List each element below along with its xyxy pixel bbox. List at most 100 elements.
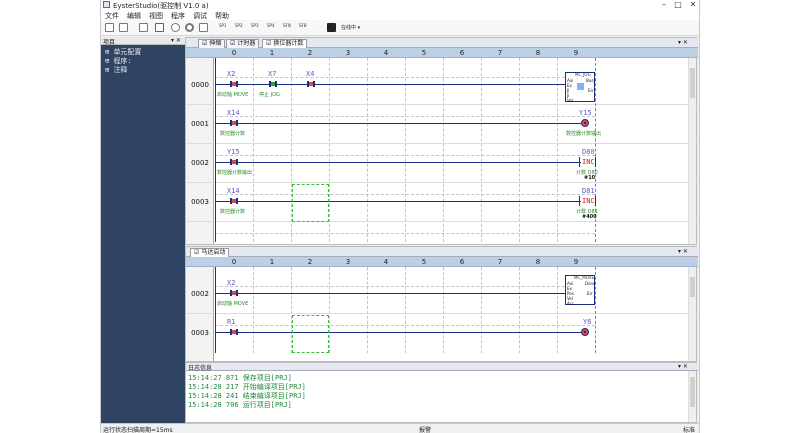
minimize-button[interactable]: – xyxy=(657,0,671,9)
log-vertical-scrollbar[interactable] xyxy=(688,371,696,422)
grid-line xyxy=(215,286,595,287)
grid-line xyxy=(557,267,558,353)
grid-line xyxy=(329,267,330,353)
coil-address: Y6 xyxy=(583,318,592,326)
cell-selection-cursor[interactable] xyxy=(292,315,329,353)
coil-y6[interactable] xyxy=(581,328,589,336)
tree-item-comments[interactable]: ⊞ 注释 xyxy=(105,65,127,75)
fb-out: Err xyxy=(587,291,593,296)
log-pin-icon[interactable]: ▾ ✕ xyxy=(678,363,688,370)
instruction-address: D80 xyxy=(582,148,595,156)
project-tree-pin-icon[interactable]: ▾ ✕ xyxy=(171,37,181,44)
grid-line xyxy=(215,116,595,117)
contact-x7[interactable] xyxy=(267,81,279,87)
monitor-icon[interactable] xyxy=(199,23,208,32)
column-number: 9 xyxy=(573,258,579,266)
column-number: 5 xyxy=(421,49,427,57)
expand-icon[interactable]: ⊞ xyxy=(105,57,109,65)
tab-counter[interactable]: ☑ 换位器计数 xyxy=(262,39,308,48)
mode-square-icon[interactable] xyxy=(327,23,336,32)
grid-line xyxy=(481,58,482,242)
scrollbar-thumb[interactable] xyxy=(690,377,695,407)
cell-selection-cursor[interactable] xyxy=(292,184,329,222)
mode-dropdown[interactable]: 在线中 ▾ xyxy=(341,24,360,31)
rung-wire xyxy=(215,293,565,294)
scrollbar-thumb[interactable] xyxy=(690,277,695,297)
instruction-inc[interactable]: INC xyxy=(582,197,595,205)
menu-bar: 文件 编辑 视图 程序 调试 帮助 xyxy=(101,10,699,20)
maximize-button[interactable]: □ xyxy=(671,0,685,9)
rung-number: 0002 xyxy=(191,159,209,167)
status-standard: 标准 xyxy=(683,427,696,433)
left-power-rail xyxy=(215,267,216,353)
editor2-vertical-scrollbar[interactable] xyxy=(688,267,696,361)
contact-x4[interactable] xyxy=(305,81,317,87)
tab-timer[interactable]: ☑ 计时器 xyxy=(226,39,260,48)
status-scan-cycle: 扫描周期=15ms xyxy=(127,427,173,433)
toolbar-label-2[interactable]: SP2 xyxy=(235,23,243,28)
instruction-value: #400 xyxy=(582,214,597,220)
new-file-icon[interactable] xyxy=(105,23,114,32)
column-number: 7 xyxy=(497,49,503,57)
grid-line xyxy=(481,267,482,353)
contact-address: X14 xyxy=(227,187,240,195)
tab-stretch[interactable]: ☑ 伸缩 xyxy=(198,39,226,48)
rung-separator xyxy=(186,143,698,144)
expand-icon[interactable]: ⊞ xyxy=(105,48,109,56)
rung-wire xyxy=(215,162,581,163)
main-window: EysterStudio(驱控制 V1.0 a) – □ ✕ 文件 编辑 视图 … xyxy=(100,0,700,433)
rung-separator xyxy=(186,313,698,314)
contact-x2[interactable] xyxy=(228,81,240,87)
contact-r1[interactable] xyxy=(228,329,240,335)
rung-number: 0001 xyxy=(191,120,209,128)
expand-icon[interactable]: ⊞ xyxy=(105,66,109,74)
tab-motor-start[interactable]: ☑ 马达启动 xyxy=(190,248,230,257)
instruction-bracket xyxy=(595,157,596,167)
fb-name: MC_MOVE xyxy=(574,275,595,280)
coil-y15[interactable] xyxy=(581,119,589,127)
contact-address: X4 xyxy=(306,70,315,78)
contact-x14[interactable] xyxy=(228,198,240,204)
instruction-inc[interactable]: INC xyxy=(582,158,595,166)
rung-number: 0000 xyxy=(191,81,209,89)
toolbar-label-1[interactable]: SP1 xyxy=(219,23,227,28)
editor-vertical-scrollbar[interactable] xyxy=(688,58,696,244)
fb-out: Err xyxy=(588,88,594,93)
function-block-mc-move[interactable]: MC_MOVE Axi Ex Pos Vel Acc Done Err xyxy=(565,275,596,306)
ladder-editor-2[interactable]: ☑ 马达启动 ▾ ✕ 0 1 2 3 4 5 6 7 8 9 0002 0003… xyxy=(185,246,698,362)
column-number: 7 xyxy=(497,258,503,266)
contact-address: R1 xyxy=(227,318,236,326)
stop-icon[interactable] xyxy=(185,23,194,32)
editor2-pin-icon[interactable]: ▾ ✕ xyxy=(678,248,688,255)
ladder-editor[interactable]: ☑ 伸缩 ☑ 计时器 ☑ 换位器计数 ▾ ✕ 0 1 2 3 4 5 6 7 8… xyxy=(185,37,698,245)
checkbox-icon: ☑ xyxy=(194,249,200,256)
download-icon[interactable] xyxy=(139,23,148,32)
toolbar-label-3[interactable]: SP3 xyxy=(251,23,259,28)
grid-line xyxy=(405,58,406,242)
function-block-mc-jog[interactable]: MC_JOG Axi Ex Jl Ji Vel Busy Err xyxy=(565,72,596,103)
title-bar: EysterStudio(驱控制 V1.0 a) – □ ✕ xyxy=(101,0,699,10)
left-power-rail xyxy=(215,58,216,242)
contact-comment: 启动轴 MOVE xyxy=(217,92,249,98)
contact-y15[interactable] xyxy=(228,159,240,165)
editor-tabbar: ☑ 伸缩 ☑ 计时器 ☑ 换位器计数 ▾ ✕ xyxy=(186,38,698,48)
rung-separator xyxy=(186,182,698,183)
run-icon[interactable] xyxy=(171,23,180,32)
contact-x14[interactable] xyxy=(228,120,240,126)
fb-out: Done xyxy=(585,281,596,286)
grid-line xyxy=(215,233,595,234)
close-button[interactable]: ✕ xyxy=(686,0,699,9)
contact-x2[interactable] xyxy=(228,290,240,296)
status-bar: 运行状态 扫描周期=15ms 报警 标准 xyxy=(101,423,699,433)
toolbar-label-6[interactable]: SFB xyxy=(299,23,307,28)
scrollbar-thumb[interactable] xyxy=(690,68,695,98)
compile-icon[interactable] xyxy=(155,23,164,32)
contact-comment: 停止 JOG xyxy=(259,92,280,98)
save-icon[interactable] xyxy=(119,23,128,32)
toolbar-label-5[interactable]: SFN xyxy=(283,23,291,28)
toolbar-label-4[interactable]: SP4 xyxy=(267,23,275,28)
editor-pin-icon[interactable]: ▾ ✕ xyxy=(678,39,688,46)
fb-out: Busy xyxy=(586,78,596,83)
coil-comment: 数控器计数输出 xyxy=(566,131,602,137)
column-header: 0 1 2 3 4 5 6 7 8 9 xyxy=(186,48,698,58)
